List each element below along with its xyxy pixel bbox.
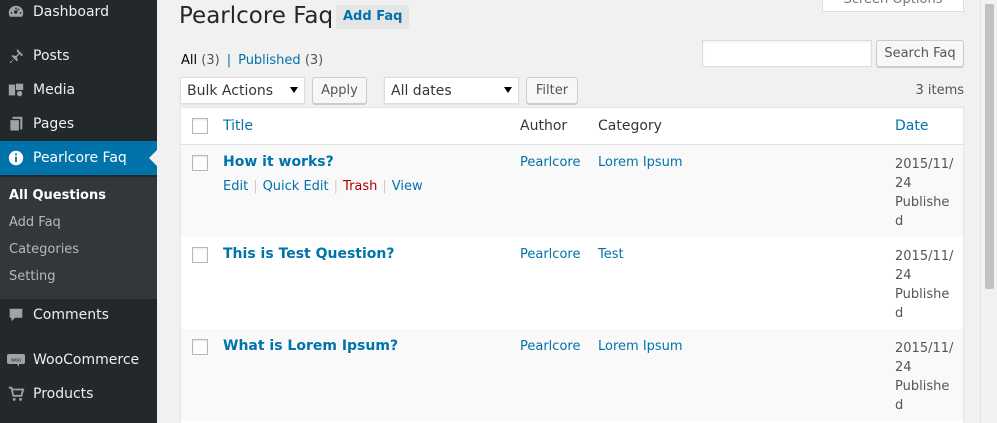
row-category-link[interactable]: Lorem Ipsum — [598, 339, 683, 354]
menu-label: Products — [33, 386, 94, 402]
menu-item-posts[interactable]: Posts — [0, 39, 157, 73]
menu-item-pages[interactable]: Pages — [0, 107, 157, 141]
table-row: This is Test Question? Pearlcore Test 20… — [181, 237, 963, 329]
comment-icon — [6, 305, 26, 325]
menu-item-woocommerce[interactable]: woo WooCommerce — [0, 343, 157, 377]
row-checkbox[interactable] — [192, 339, 208, 355]
chevron-down-icon — [290, 87, 298, 93]
menu-label: Pages — [33, 116, 75, 132]
add-faq-button[interactable]: Add Faq — [336, 5, 410, 29]
row-date: 2015/11/24 Published — [895, 339, 957, 415]
menu-item-products[interactable]: Products — [0, 377, 157, 411]
menu-label: Comments — [33, 307, 109, 323]
select-all-checkbox[interactable] — [192, 118, 208, 134]
row-title-link[interactable]: This is Test Question? — [223, 246, 395, 262]
row-date: 2015/11/24 Published — [895, 155, 957, 231]
filter-published-label: Published — [238, 53, 301, 68]
menu-label: Pearlcore Faq — [33, 150, 127, 166]
filter-separator: | — [226, 53, 232, 68]
row-actions: Edit | Quick Edit | Trash | View — [223, 179, 423, 194]
filter-button[interactable]: Filter — [526, 77, 578, 104]
menu-label: Media — [33, 82, 76, 98]
items-count: 3 items — [915, 83, 964, 98]
trash-link[interactable]: Trash — [343, 179, 377, 194]
filter-all-label: All — [181, 53, 198, 68]
submenu-categories[interactable]: Categories — [9, 242, 79, 257]
row-checkbox[interactable] — [192, 155, 208, 171]
row-title-link[interactable]: What is Lorem Ipsum? — [223, 338, 398, 354]
row-date-value: 2015/11/24 — [895, 341, 954, 375]
svg-text:woo: woo — [11, 358, 21, 364]
scrollbar-thumb[interactable] — [985, 4, 994, 289]
table-header: Title Author Category Date — [181, 108, 963, 145]
faq-table: Title Author Category Date How it works?… — [180, 107, 964, 423]
menu-item-pearlcore-faq[interactable]: Pearlcore Faq — [0, 141, 157, 175]
row-date-value: 2015/11/24 — [895, 249, 954, 283]
row-date: 2015/11/24 Published — [895, 247, 957, 323]
submenu-setting[interactable]: Setting — [9, 269, 56, 284]
row-author-link[interactable]: Pearlcore — [520, 247, 580, 262]
screen-options-button[interactable]: Screen Options — [822, 0, 964, 12]
cart-icon — [6, 384, 26, 404]
search-input[interactable] — [702, 40, 872, 67]
info-icon — [6, 148, 26, 168]
row-title-link[interactable]: How it works? — [223, 154, 334, 170]
row-category-link[interactable]: Test — [598, 247, 624, 262]
filter-published-count: (3) — [304, 53, 324, 68]
media-icon — [6, 80, 26, 100]
column-date[interactable]: Date — [895, 118, 928, 134]
date-filter-select[interactable]: All dates — [384, 77, 519, 104]
filter-all-count: (3) — [201, 53, 220, 68]
search-faq-button[interactable]: Search Faq — [876, 40, 964, 67]
menu-item-media[interactable]: Media — [0, 73, 157, 107]
admin-sidebar: Dashboard Posts Media Pages Pearlcore Fa… — [0, 0, 157, 423]
row-status: Published — [895, 379, 950, 413]
row-category-link[interactable]: Lorem Ipsum — [598, 155, 683, 170]
faq-submenu: All Questions Add Faq Categories Setting — [0, 177, 157, 299]
row-author-link[interactable]: Pearlcore — [520, 155, 580, 170]
menu-label: Posts — [33, 48, 70, 64]
page-scrollbar[interactable] — [980, 0, 997, 423]
table-row: What is Lorem Ipsum? Pearlcore Lorem Ips… — [181, 329, 963, 421]
column-category: Category — [598, 118, 662, 134]
status-filter-links: All (3) | Published (3) — [181, 53, 323, 68]
row-date-value: 2015/11/24 — [895, 157, 954, 191]
column-title[interactable]: Title — [223, 118, 253, 134]
submenu-add-faq[interactable]: Add Faq — [9, 215, 61, 230]
bulk-actions-value: Bulk Actions — [187, 82, 274, 99]
dashboard-icon — [6, 2, 26, 22]
bulk-actions-select[interactable]: Bulk Actions — [180, 77, 305, 104]
quick-edit-link[interactable]: Quick Edit — [263, 179, 329, 194]
pin-icon — [6, 46, 26, 66]
filter-all-link[interactable]: All (3) — [181, 53, 220, 68]
view-link[interactable]: View — [392, 179, 423, 194]
menu-item-comments[interactable]: Comments — [0, 298, 157, 332]
edit-link[interactable]: Edit — [223, 179, 248, 194]
menu-item-dashboard[interactable]: Dashboard — [0, 0, 157, 29]
chevron-down-icon — [504, 87, 512, 93]
row-action-separator: | — [382, 179, 387, 194]
page-title: Pearlcore Faq — [179, 3, 334, 29]
row-status: Published — [895, 287, 950, 321]
row-checkbox[interactable] — [192, 247, 208, 263]
pages-icon — [6, 114, 26, 134]
row-action-separator: | — [333, 179, 339, 194]
main-content: Screen Options Pearlcore Faq Add Faq All… — [157, 0, 997, 423]
apply-button[interactable]: Apply — [312, 77, 367, 104]
submenu-all-questions[interactable]: All Questions — [9, 188, 106, 203]
column-author: Author — [520, 118, 568, 134]
table-row: How it works? Edit | Quick Edit | Trash | View… — [181, 145, 963, 237]
date-filter-value: All dates — [391, 82, 452, 99]
row-action-separator: | — [253, 179, 258, 194]
filter-published-link[interactable]: Published (3) — [238, 53, 323, 68]
woocommerce-icon: woo — [6, 350, 26, 370]
row-author-link[interactable]: Pearlcore — [520, 339, 580, 354]
menu-label: Dashboard — [33, 4, 109, 20]
menu-label: WooCommerce — [33, 352, 140, 368]
row-status: Published — [895, 195, 950, 229]
